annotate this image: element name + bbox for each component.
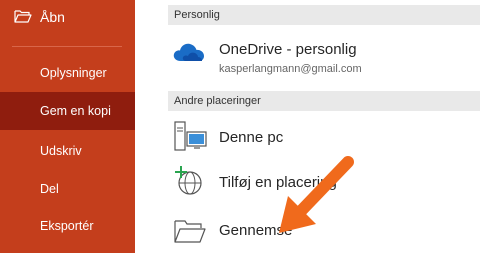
sidebar-item-open[interactable]: Åbn <box>0 0 135 36</box>
sidebar-item-label: Oplysninger <box>40 66 107 80</box>
place-title: Gennemse <box>219 222 293 239</box>
place-title: OneDrive - personlig <box>219 41 357 58</box>
backstage-sidebar: Åbn Oplysninger Gem en kopi Udskriv Del … <box>0 0 135 253</box>
place-title: Tilføj en placering <box>219 174 337 191</box>
place-title: Denne pc <box>219 129 284 146</box>
folder-icon <box>174 220 206 243</box>
section-header-label: Andre placeringer <box>174 95 261 107</box>
sidebar-item-info[interactable]: Oplysninger <box>0 54 135 92</box>
sidebar-item-label: Eksportér <box>40 219 94 233</box>
place-account: kasperlangmann@gmail.com <box>219 63 362 75</box>
onedrive-cloud-icon <box>173 43 204 61</box>
sidebar-item-label: Gem en kopi <box>40 104 111 118</box>
place-add-location[interactable]: Tilføj en placering <box>168 162 480 202</box>
section-header-other-locations: Andre placeringer <box>168 91 480 111</box>
place-onedrive[interactable]: OneDrive - personlig kasperlangmann@gmai… <box>168 32 480 84</box>
sidebar-item-label: Del <box>40 182 59 196</box>
place-this-pc[interactable]: Denne pc <box>168 117 480 157</box>
sidebar-item-label: Udskriv <box>40 144 82 158</box>
sidebar-item-export[interactable]: Eksportér <box>0 207 135 245</box>
sidebar-item-label: Åbn <box>40 9 65 25</box>
section-header-personal: Personlig <box>168 5 480 25</box>
sidebar-item-save-copy[interactable]: Gem en kopi <box>0 92 135 130</box>
sidebar-item-print[interactable]: Udskriv <box>0 132 135 170</box>
sidebar-divider <box>12 46 122 47</box>
add-place-icon <box>175 166 202 195</box>
computer-icon <box>174 121 207 151</box>
place-browse[interactable]: Gennemse <box>168 210 480 250</box>
sidebar-item-share[interactable]: Del <box>0 170 135 208</box>
save-locations-panel: Personlig OneDrive - personlig kasperlan… <box>135 0 480 253</box>
section-header-label: Personlig <box>174 9 220 21</box>
folder-open-icon <box>14 10 32 23</box>
